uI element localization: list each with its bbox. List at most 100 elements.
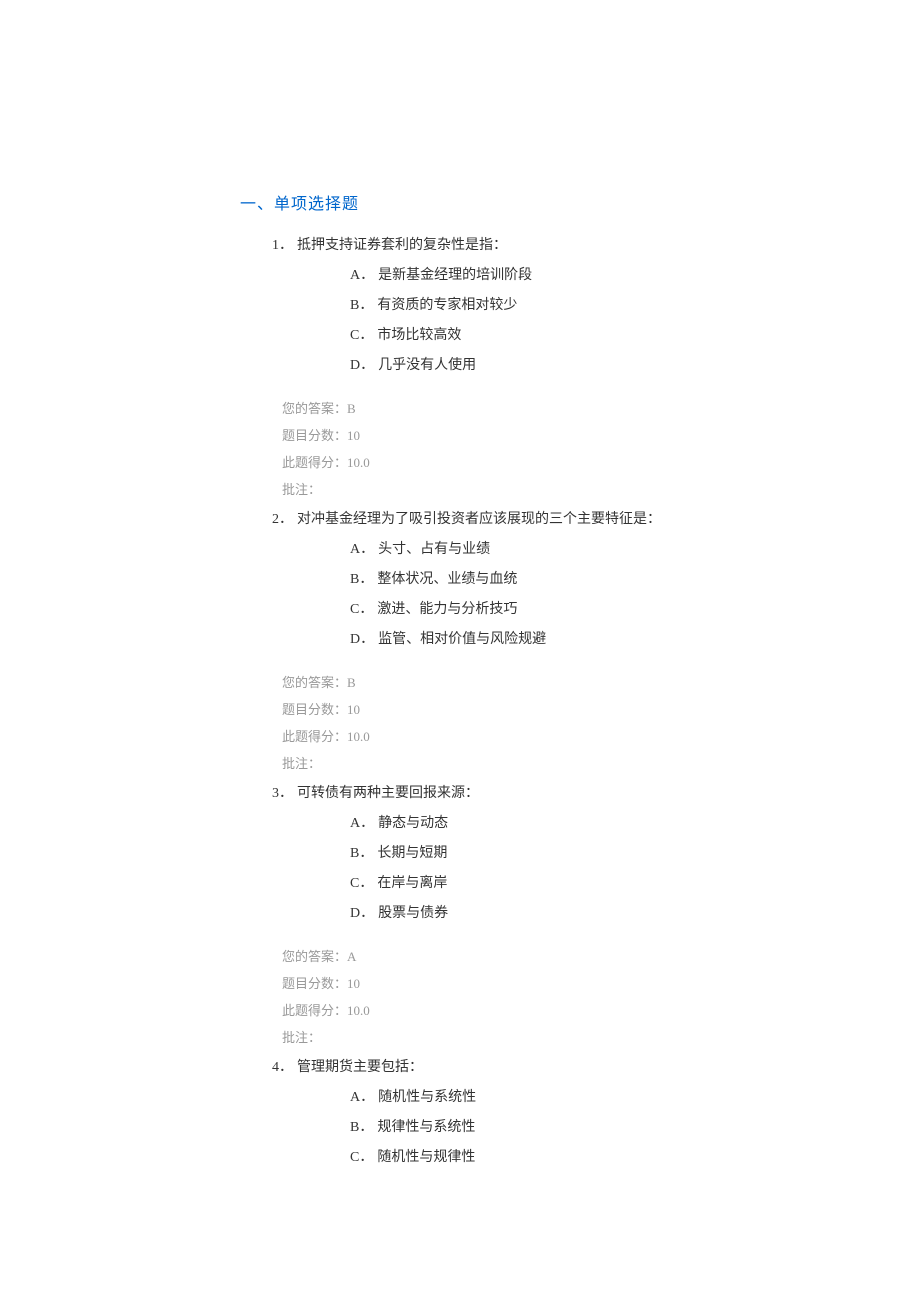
feedback-score: 题目分数：10	[282, 425, 820, 444]
option-text: 是新基金经理的培训阶段	[378, 264, 532, 284]
option-letter: C．	[350, 598, 373, 618]
feedback-answer: 您的答案：B	[282, 398, 820, 417]
question-item: 2．对冲基金经理为了吸引投资者应该展现的三个主要特征是：A．头寸、占有与业绩B．…	[240, 508, 820, 772]
feedback-earned-label: 此题得分：	[282, 729, 347, 744]
option-item: A．头寸、占有与业绩	[350, 538, 820, 558]
feedback-score-label: 题目分数：	[282, 428, 347, 443]
feedback-note: 批注：	[282, 479, 820, 498]
option-text: 随机性与规律性	[377, 1146, 475, 1166]
option-letter: C．	[350, 872, 373, 892]
feedback-score-value: 10	[347, 976, 360, 991]
option-item: B．整体状况、业绩与血统	[350, 568, 820, 588]
feedback-block: 您的答案：A题目分数：10此题得分：10.0批注：	[240, 946, 820, 1046]
option-item: D．股票与债券	[350, 902, 820, 922]
option-item: C．市场比较高效	[350, 324, 820, 344]
feedback-earned-value: 10.0	[347, 1003, 370, 1018]
question-row: 3．可转债有两种主要回报来源：	[240, 782, 820, 802]
option-text: 随机性与系统性	[378, 1086, 476, 1106]
feedback-earned-label: 此题得分：	[282, 455, 347, 470]
question-number: 3．	[272, 782, 293, 802]
feedback-answer-value: B	[347, 401, 356, 416]
feedback-score-value: 10	[347, 702, 360, 717]
feedback-score-value: 10	[347, 428, 360, 443]
option-text: 几乎没有人使用	[378, 354, 476, 374]
option-text: 头寸、占有与业绩	[378, 538, 490, 558]
feedback-answer-label: 您的答案：	[282, 675, 347, 690]
option-item: A．是新基金经理的培训阶段	[350, 264, 820, 284]
option-text: 有资质的专家相对较少	[377, 294, 517, 314]
option-letter: A．	[350, 264, 374, 284]
feedback-earned: 此题得分：10.0	[282, 452, 820, 471]
feedback-answer-value: B	[347, 675, 356, 690]
question-item: 1．抵押支持证券套利的复杂性是指：A．是新基金经理的培训阶段B．有资质的专家相对…	[240, 234, 820, 498]
feedback-score-label: 题目分数：	[282, 976, 347, 991]
option-item: A．随机性与系统性	[350, 1086, 820, 1106]
feedback-score: 题目分数：10	[282, 699, 820, 718]
option-letter: C．	[350, 1146, 373, 1166]
feedback-score-label: 题目分数：	[282, 702, 347, 717]
feedback-block: 您的答案：B题目分数：10此题得分：10.0批注：	[240, 398, 820, 498]
feedback-answer: 您的答案：A	[282, 946, 820, 965]
option-letter: B．	[350, 568, 373, 588]
section-header: 一、单项选择题	[240, 190, 820, 214]
option-letter: B．	[350, 842, 373, 862]
question-row: 1．抵押支持证券套利的复杂性是指：	[240, 234, 820, 254]
option-letter: A．	[350, 1086, 374, 1106]
feedback-note: 批注：	[282, 1027, 820, 1046]
feedback-answer-value: A	[347, 949, 356, 964]
question-item: 4．管理期货主要包括：A．随机性与系统性B．规律性与系统性C．随机性与规律性	[240, 1056, 820, 1166]
feedback-note: 批注：	[282, 753, 820, 772]
options-list: A．随机性与系统性B．规律性与系统性C．随机性与规律性	[240, 1086, 820, 1166]
question-text: 抵押支持证券套利的复杂性是指：	[297, 234, 507, 254]
feedback-earned-label: 此题得分：	[282, 1003, 347, 1018]
feedback-earned: 此题得分：10.0	[282, 1000, 820, 1019]
question-text: 对冲基金经理为了吸引投资者应该展现的三个主要特征是：	[297, 508, 661, 528]
question-text: 可转债有两种主要回报来源：	[297, 782, 479, 802]
feedback-block: 您的答案：B题目分数：10此题得分：10.0批注：	[240, 672, 820, 772]
option-letter: D．	[350, 628, 374, 648]
option-text: 规律性与系统性	[377, 1116, 475, 1136]
option-text: 激进、能力与分析技巧	[377, 598, 517, 618]
option-item: D．监管、相对价值与风险规避	[350, 628, 820, 648]
option-text: 在岸与离岸	[377, 872, 447, 892]
question-item: 3．可转债有两种主要回报来源：A．静态与动态B．长期与短期C．在岸与离岸D．股票…	[240, 782, 820, 1046]
document-container: 一、单项选择题 1．抵押支持证券套利的复杂性是指：A．是新基金经理的培训阶段B．…	[0, 190, 920, 1166]
option-text: 静态与动态	[378, 812, 448, 832]
option-letter: B．	[350, 1116, 373, 1136]
option-item: A．静态与动态	[350, 812, 820, 832]
options-list: A．头寸、占有与业绩B．整体状况、业绩与血统C．激进、能力与分析技巧D．监管、相…	[240, 538, 820, 648]
option-item: B．有资质的专家相对较少	[350, 294, 820, 314]
option-item: C．在岸与离岸	[350, 872, 820, 892]
option-text: 股票与债券	[378, 902, 448, 922]
question-number: 1．	[272, 234, 293, 254]
questions-list: 1．抵押支持证券套利的复杂性是指：A．是新基金经理的培训阶段B．有资质的专家相对…	[240, 234, 820, 1166]
question-row: 2．对冲基金经理为了吸引投资者应该展现的三个主要特征是：	[240, 508, 820, 528]
option-item: D．几乎没有人使用	[350, 354, 820, 374]
feedback-score: 题目分数：10	[282, 973, 820, 992]
question-text: 管理期货主要包括：	[297, 1056, 423, 1076]
question-number: 2．	[272, 508, 293, 528]
feedback-earned-value: 10.0	[347, 729, 370, 744]
feedback-earned-value: 10.0	[347, 455, 370, 470]
question-number: 4．	[272, 1056, 293, 1076]
option-item: C．随机性与规律性	[350, 1146, 820, 1166]
question-row: 4．管理期货主要包括：	[240, 1056, 820, 1076]
option-text: 监管、相对价值与风险规避	[378, 628, 546, 648]
options-list: A．是新基金经理的培训阶段B．有资质的专家相对较少C．市场比较高效D．几乎没有人…	[240, 264, 820, 374]
feedback-answer-label: 您的答案：	[282, 401, 347, 416]
options-list: A．静态与动态B．长期与短期C．在岸与离岸D．股票与债券	[240, 812, 820, 922]
option-item: B．规律性与系统性	[350, 1116, 820, 1136]
feedback-earned: 此题得分：10.0	[282, 726, 820, 745]
feedback-answer: 您的答案：B	[282, 672, 820, 691]
option-letter: D．	[350, 354, 374, 374]
option-letter: A．	[350, 812, 374, 832]
option-letter: B．	[350, 294, 373, 314]
feedback-answer-label: 您的答案：	[282, 949, 347, 964]
option-item: B．长期与短期	[350, 842, 820, 862]
option-letter: D．	[350, 902, 374, 922]
option-letter: A．	[350, 538, 374, 558]
option-item: C．激进、能力与分析技巧	[350, 598, 820, 618]
option-text: 整体状况、业绩与血统	[377, 568, 517, 588]
option-text: 市场比较高效	[377, 324, 461, 344]
option-text: 长期与短期	[377, 842, 447, 862]
